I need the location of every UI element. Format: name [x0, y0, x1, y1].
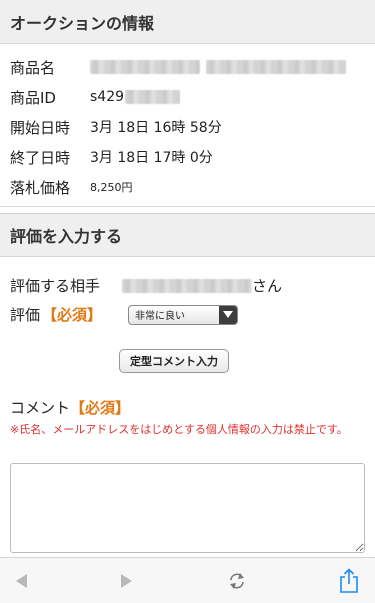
end-time-row: 終了日時 3月 18日 17時 0分 — [10, 142, 365, 172]
comment-label: コメント — [10, 399, 71, 417]
price-label: 落札価格 — [10, 178, 71, 197]
evaluation-panel: 評価する相手 さん 評価 【必須】 非常に良い 定型コメント入力 コメント 【必… — [0, 275, 375, 438]
item-id-value: s429 — [90, 89, 125, 105]
partner-label: 評価する相手 — [10, 277, 101, 295]
redacted-block — [206, 60, 346, 74]
rating-select-value: 非常に良い — [135, 311, 186, 322]
reload-icon[interactable] — [226, 570, 248, 592]
partner-row: 評価する相手 さん — [10, 275, 365, 296]
back-icon[interactable] — [14, 573, 30, 589]
template-button-wrap: 定型コメント入力 — [119, 349, 365, 373]
price-value: 8,250円 — [90, 181, 133, 194]
auction-info-title: オークションの情報 — [10, 13, 155, 33]
rating-select[interactable]: 非常に良い — [128, 304, 239, 325]
template-comment-button[interactable]: 定型コメント入力 — [119, 349, 229, 373]
comment-label-row: コメント 【必須】 — [10, 397, 365, 418]
partner-name-redacted — [122, 278, 252, 293]
redacted-block — [90, 60, 200, 74]
rating-required: 【必須】 — [42, 306, 103, 324]
rating-label: 評価 — [10, 306, 41, 324]
start-time-row: 開始日時 3月 18日 16時 58分 — [10, 112, 365, 142]
privacy-warning: ※氏名、メールアドレスをはじめとする個人情報の入力は禁止です。 — [10, 423, 348, 436]
end-time-label: 終了日時 — [10, 148, 71, 167]
browser-toolbar — [0, 557, 375, 603]
start-time-label: 開始日時 — [10, 118, 71, 137]
item-id-row: 商品ID s429 — [10, 82, 365, 112]
evaluation-title: 評価を入力する — [10, 227, 123, 246]
redacted-block — [125, 90, 181, 104]
evaluation-header: 評価を入力する — [0, 213, 375, 257]
partner-suffix: さん — [252, 277, 283, 295]
start-time-value: 3月 18日 16時 58分 — [90, 120, 222, 136]
comment-textarea[interactable] — [10, 463, 365, 553]
comment-required: 【必須】 — [70, 399, 131, 417]
share-icon[interactable] — [337, 567, 361, 595]
auction-info-header: オークションの情報 — [0, 0, 375, 44]
price-row: 落札価格 8,250円 — [10, 172, 365, 202]
item-name-value-redacted — [90, 60, 346, 74]
forward-icon[interactable] — [118, 573, 134, 589]
item-name-row: 商品名 — [10, 52, 365, 82]
end-time-value: 3月 18日 17時 0分 — [90, 150, 213, 166]
item-id-label: 商品ID — [10, 88, 56, 107]
auction-info-panel: 商品名 商品ID s429 開始日時 3月 18日 16時 58分 終了日時 3… — [0, 44, 375, 207]
item-name-label: 商品名 — [10, 58, 56, 77]
rating-row: 評価 【必須】 非常に良い — [10, 304, 365, 325]
chevron-down-icon — [219, 305, 238, 324]
